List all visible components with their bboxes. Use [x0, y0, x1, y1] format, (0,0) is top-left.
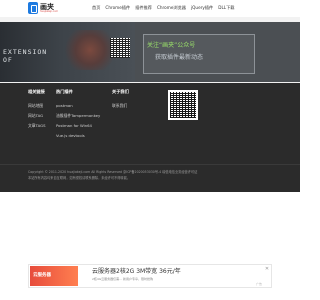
banner-ext-line-2: OF — [3, 56, 13, 64]
banner-line-1: 关注“画夹”公众号 — [147, 42, 196, 49]
footer-link-article-tags[interactable]: 文章TAGS — [28, 121, 46, 131]
banner-extension-text: EXTENSION OF — [3, 48, 47, 64]
copyright: Copyright © 2011-2020 huajiakeji.com All… — [28, 170, 278, 181]
footer-link-vue-devtools[interactable]: Vue.js devtools — [56, 131, 100, 141]
footer-col-heading: 热门插件 — [56, 89, 73, 94]
nav-item-chrome-extensions[interactable]: Chrome插件 — [105, 5, 130, 11]
ad-title[interactable]: 云服务器2核2G 3M带宽 36元/年 — [92, 266, 181, 275]
footer-link-contact[interactable]: 联系我们 — [112, 101, 129, 111]
nav-item-dll[interactable]: DLL下载 — [218, 5, 234, 11]
footer-col-heading: 相关链接 — [28, 89, 45, 94]
footer-col-about: 关于我们 联系我们 — [112, 89, 129, 111]
nav-item-home[interactable]: 首页 — [92, 5, 100, 11]
banner-line-2: 获取插件最新动态 — [155, 54, 204, 61]
ad-label: 广告 — [256, 282, 263, 286]
main-nav: 首页 Chrome插件 插件推荐 Chrome浏览器 jQuery插件 DLL下… — [92, 5, 235, 11]
banner-qr-code — [110, 38, 130, 58]
ad-image-text: 云服务器 — [33, 273, 51, 278]
ad-image[interactable]: 云服务器 — [30, 266, 78, 286]
site-header: 画夹 huajiakeji.com 首页 Chrome插件 插件推荐 Chrom… — [0, 0, 300, 17]
nav-item-chrome-browser[interactable]: Chrome浏览器 — [157, 5, 186, 11]
banner-right-image[interactable]: 关注“画夹”公众号 获取插件最新动态 — [135, 22, 300, 82]
footer-col-heading: 关于我们 — [112, 89, 129, 94]
ad-description: 2核4G云服务器仅需... 新用户专享，限时抢购 — [92, 277, 153, 281]
footer-qr-code — [168, 90, 198, 120]
nav-item-recommended[interactable]: 插件推荐 — [135, 5, 152, 11]
copyright-line-2: 本站所有内容均来自互联网，如有侵权请联系删除，未经许可不得转载。 — [28, 175, 130, 180]
logo-subtitle: huajiakeji.com — [40, 10, 59, 13]
footer-col-links: 相关链接 网站地图 网站TAG 文章TAGS — [28, 89, 46, 131]
qr-pattern — [110, 38, 130, 58]
nav-item-jquery[interactable]: jQuery插件 — [191, 5, 213, 11]
footer-link-postman-win64[interactable]: Postman for Win64 — [56, 121, 100, 131]
close-icon[interactable]: ✕ — [264, 266, 270, 272]
qr-pattern — [170, 92, 196, 118]
footer-link-postman[interactable]: postman — [56, 101, 100, 111]
banner-ext-line-1: EXTENSION — [3, 48, 48, 56]
footer-link-site-tags[interactable]: 网站TAG — [28, 111, 46, 121]
footer-link-sitemap[interactable]: 网站地图 — [28, 101, 46, 111]
footer-link-tampermonkey[interactable]: 油猴插件Tampermonkey — [56, 111, 100, 121]
logo-icon[interactable] — [28, 2, 38, 14]
footer-col-hot-plugins: 热门插件 postman 油猴插件Tampermonkey Postman fo… — [56, 89, 100, 141]
